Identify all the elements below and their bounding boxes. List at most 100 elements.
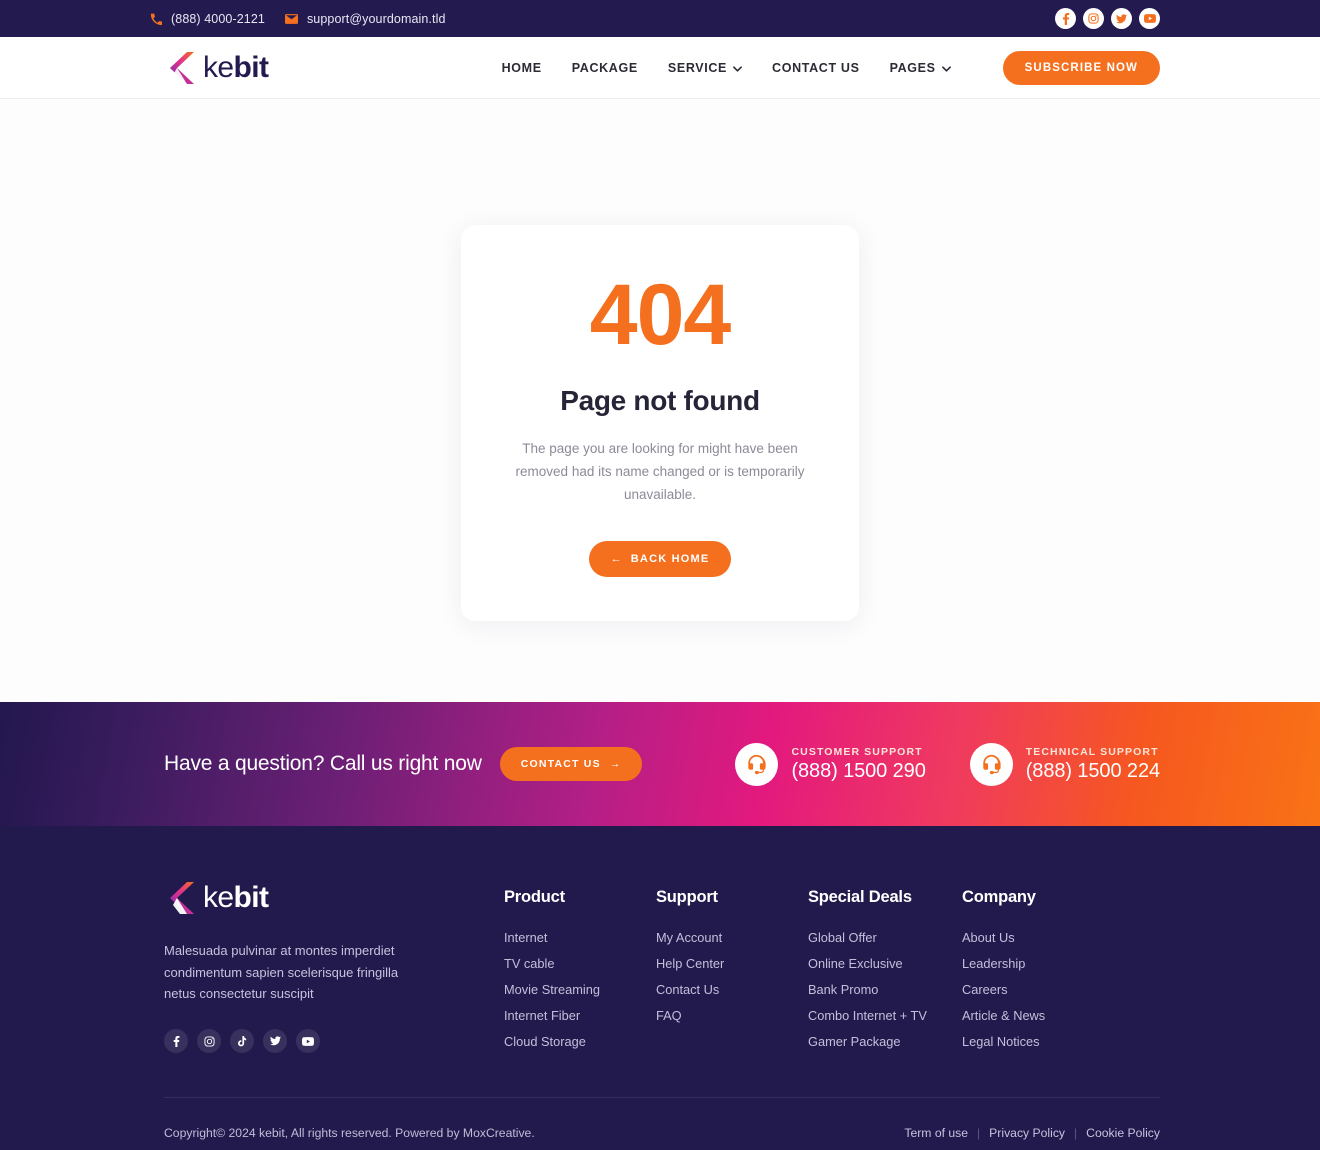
nav-item-service-label: SERVICE xyxy=(667,60,728,75)
topbar-phone-text: (888) 4000-2121 xyxy=(171,11,265,26)
footer-social-twitter-link[interactable] xyxy=(263,1029,287,1054)
footer-link[interactable]: Legal Notices xyxy=(962,1034,1114,1049)
footer-column-title: Company xyxy=(962,888,1036,906)
footer-column-list: About Us Leadership Careers Article & Ne… xyxy=(962,930,1114,1049)
footer-link[interactable]: Bank Promo xyxy=(808,982,962,997)
footer-logo-text: kebit xyxy=(203,881,269,915)
footer-column-title: Special Deals xyxy=(808,888,912,906)
social-twitter-link[interactable] xyxy=(1111,8,1132,29)
facebook-icon xyxy=(173,1035,179,1047)
footer-column-title: Product xyxy=(504,888,565,906)
footer-link[interactable]: Online Exclusive xyxy=(808,956,962,971)
topbar-phone[interactable]: (888) 4000-2121 xyxy=(150,12,265,26)
facebook-icon xyxy=(1062,12,1069,25)
instagram-icon xyxy=(1088,13,1099,24)
footer-social-instagram-link[interactable] xyxy=(197,1029,221,1054)
footer-link[interactable]: Careers xyxy=(962,982,1114,997)
social-youtube-link[interactable] xyxy=(1139,8,1160,29)
twitter-icon xyxy=(269,1036,281,1046)
footer-main: kebit Malesuada pulvinar at montes imper… xyxy=(164,826,1160,1054)
nav-item-contact-us[interactable]: CONTACT US xyxy=(772,61,860,75)
footer-link[interactable]: My Account xyxy=(656,930,808,945)
footer-link[interactable]: Global Offer xyxy=(808,930,962,945)
footer-column-title: Support xyxy=(656,888,718,906)
legal-link-term-of-use[interactable]: Term of use xyxy=(904,1126,968,1140)
social-instagram-link[interactable] xyxy=(1083,8,1104,29)
legal-link-cookie-policy[interactable]: Cookie Policy xyxy=(1086,1126,1160,1140)
back-home-button-label: BACK HOME xyxy=(630,552,710,565)
logo-link[interactable]: kebit xyxy=(164,48,269,88)
footer-link[interactable]: Gamer Package xyxy=(808,1034,962,1049)
nav-item-package-label: PACKAGE xyxy=(571,60,638,75)
customer-support-text: CUSTOMER SUPPORT (888) 1500 290 xyxy=(791,746,925,783)
footer-bottom-bar: Copyright© 2024 kebit, All rights reserv… xyxy=(164,1098,1160,1150)
footer-link[interactable]: Internet xyxy=(504,930,656,945)
headset-icon xyxy=(969,742,1013,786)
error-title: Page not found xyxy=(560,385,760,416)
kebit-logo-icon xyxy=(170,882,194,914)
footer-link[interactable]: About Us xyxy=(962,930,1114,945)
legal-link-privacy-policy[interactable]: Privacy Policy xyxy=(989,1126,1065,1140)
topbar-email[interactable]: support@yourdomain.tld xyxy=(284,12,446,26)
footer-legal-links: Term of use | Privacy Policy | Cookie Po… xyxy=(904,1126,1160,1140)
cta-support-group: CUSTOMER SUPPORT (888) 1500 290 TECHNICA… xyxy=(735,742,1160,786)
arrow-left-icon: ← xyxy=(610,552,623,565)
cta-question: Have a question? Call us right now xyxy=(164,752,482,775)
site-footer: kebit Malesuada pulvinar at montes imper… xyxy=(0,826,1320,1150)
legal-separator: | xyxy=(977,1126,981,1141)
footer-column-special-deals: Special Deals Global Offer Online Exclus… xyxy=(808,888,962,1053)
nav-item-pages[interactable]: PAGES xyxy=(890,61,951,75)
customer-support-phone: (888) 1500 290 xyxy=(791,759,926,782)
social-facebook-link[interactable] xyxy=(1055,8,1076,29)
site-header: kebit HOME PACKAGE SERVICE CONTACT US PA… xyxy=(0,37,1320,99)
footer-link[interactable]: Internet Fiber xyxy=(504,1008,656,1023)
footer-link-columns: Product Internet TV cable Movie Streamin… xyxy=(504,878,1160,1053)
chevron-down-icon xyxy=(733,61,742,75)
footer-column-product: Product Internet TV cable Movie Streamin… xyxy=(504,888,656,1053)
cta-contact-us-button[interactable]: CONTACT US → xyxy=(499,747,643,781)
subscribe-now-button[interactable]: SUBSCRIBE NOW xyxy=(1002,50,1160,85)
footer-link[interactable]: Movie Streaming xyxy=(504,982,656,997)
footer-link[interactable]: Help Center xyxy=(656,956,808,971)
legal-separator: | xyxy=(1074,1126,1078,1141)
footer-link[interactable]: Cloud Storage xyxy=(504,1034,656,1049)
footer-logo-text-bold: bit xyxy=(233,881,269,914)
footer-link[interactable]: Contact Us xyxy=(656,982,808,997)
topbar-contact-group: (888) 4000-2121 support@yourdomain.tld xyxy=(150,12,446,26)
footer-link[interactable]: Article & News xyxy=(962,1008,1114,1023)
footer-social-tiktok-link[interactable] xyxy=(230,1029,254,1054)
main-content: 404 Page not found The page you are look… xyxy=(0,99,1320,702)
nav-item-home[interactable]: HOME xyxy=(502,61,542,75)
chevron-down-icon xyxy=(941,61,951,75)
nav-item-package[interactable]: PACKAGE xyxy=(572,61,638,75)
customer-support-block[interactable]: CUSTOMER SUPPORT (888) 1500 290 xyxy=(735,742,926,786)
footer-column-list: Internet TV cable Movie Streaming Intern… xyxy=(504,930,656,1049)
kebit-logo-icon xyxy=(170,51,194,84)
technical-support-text: TECHNICAL SUPPORT (888) 1500 224 xyxy=(1026,746,1160,783)
youtube-icon xyxy=(1143,14,1156,23)
footer-column-list: My Account Help Center Contact Us FAQ xyxy=(656,930,808,1023)
footer-social-youtube-link[interactable] xyxy=(296,1029,320,1054)
nav-item-pages-label: PAGES xyxy=(889,60,936,75)
footer-column-list: Global Offer Online Exclusive Bank Promo… xyxy=(808,930,962,1049)
nav-item-contact-us-label: CONTACT US xyxy=(772,60,860,75)
tiktok-icon xyxy=(237,1035,247,1046)
technical-support-label: TECHNICAL SUPPORT xyxy=(1025,745,1159,758)
footer-social-facebook-link[interactable] xyxy=(164,1029,188,1054)
footer-link[interactable]: FAQ xyxy=(656,1008,808,1023)
topbar-social-group xyxy=(1055,8,1160,29)
nav-item-service[interactable]: SERVICE xyxy=(668,61,742,75)
back-home-button[interactable]: ← BACK HOME xyxy=(588,540,732,577)
footer-link[interactable]: TV cable xyxy=(504,956,656,971)
footer-logo-link[interactable]: kebit xyxy=(164,878,504,918)
phone-icon xyxy=(150,13,162,25)
footer-link[interactable]: Combo Internet + TV xyxy=(808,1008,962,1023)
technical-support-phone: (888) 1500 224 xyxy=(1025,759,1160,782)
footer-link[interactable]: Leadership xyxy=(962,956,1114,971)
error-card: 404 Page not found The page you are look… xyxy=(461,225,859,621)
error-code: 404 xyxy=(589,267,732,363)
arrow-right-icon: → xyxy=(609,758,622,770)
logo-text: kebit xyxy=(203,51,269,85)
technical-support-block[interactable]: TECHNICAL SUPPORT (888) 1500 224 xyxy=(969,742,1160,786)
cta-band: Have a question? Call us right now CONTA… xyxy=(0,702,1320,826)
